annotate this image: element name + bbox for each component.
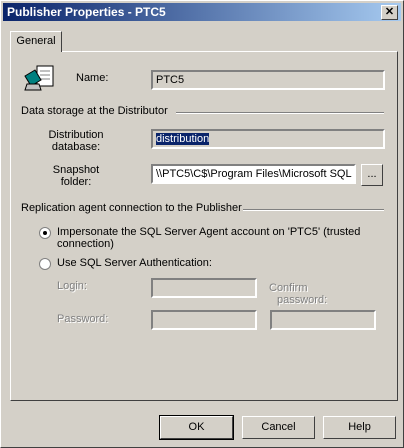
browse-button[interactable]: ... (361, 164, 383, 186)
data-storage-divider (176, 112, 384, 114)
distribution-database-value: distribution (156, 133, 210, 145)
agent-connection-divider (243, 209, 384, 211)
confirm-password-label-line2: password: (277, 294, 328, 306)
distribution-database-label-line1: Distribution (48, 129, 104, 141)
cancel-button[interactable]: Cancel (242, 416, 315, 439)
login-label: Login: (57, 280, 87, 292)
ok-button[interactable]: OK (159, 415, 234, 440)
tab-general[interactable]: General (10, 31, 62, 52)
snapshot-folder-label-line1: Snapshot (52, 164, 100, 176)
impersonate-label-line1[interactable]: Impersonate the SQL Server Agent account… (57, 226, 360, 238)
agent-connection-section-label: Replication agent connection to the Publ… (21, 202, 242, 214)
publisher-properties-dialog: Publisher Properties - PTC5 ✕ General Na… (0, 0, 404, 448)
sql-auth-label[interactable]: Use SQL Server Authentication: (57, 257, 212, 269)
distribution-database-label-line2: database: (51, 141, 101, 153)
confirm-password-input (270, 310, 376, 330)
confirm-password-label-line1: Confirm (269, 282, 308, 294)
name-label: Name: (76, 72, 109, 84)
window-title: Publisher Properties - PTC5 (7, 5, 166, 19)
snapshot-folder-input[interactable]: \\PTC5\C$\Program Files\Microsoft SQL (151, 164, 356, 184)
distribution-database-field[interactable]: distribution (151, 129, 385, 149)
password-input (151, 310, 257, 330)
publisher-icon (24, 65, 54, 91)
impersonate-radio[interactable] (39, 227, 51, 239)
login-input (151, 278, 257, 298)
title-bar[interactable]: Publisher Properties - PTC5 ✕ (3, 3, 401, 21)
general-panel: Name: PTC5 Data storage at the Distribut… (10, 51, 398, 401)
name-field: PTC5 (151, 70, 385, 90)
help-button[interactable]: Help (323, 416, 396, 439)
data-storage-section-label: Data storage at the Distributor (21, 105, 168, 117)
snapshot-folder-label-line2: folder: (60, 176, 92, 188)
close-button[interactable]: ✕ (381, 5, 398, 20)
sql-auth-radio[interactable] (39, 258, 51, 270)
password-label: Password: (57, 313, 109, 325)
impersonate-label-line2[interactable]: connection) (57, 238, 114, 250)
